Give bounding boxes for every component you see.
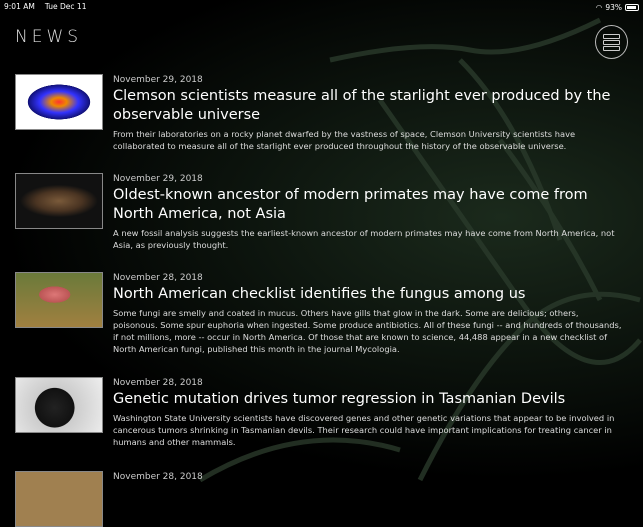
article-date: November 29, 2018 (113, 75, 203, 85)
article-summary: Washington State University scientists h… (113, 413, 615, 447)
page-title: NEWS (15, 27, 83, 47)
article-thumbnail[interactable] (15, 272, 103, 328)
battery-percent: 93% (605, 2, 622, 12)
article-summary: A new fossil analysis suggests the earli… (113, 228, 615, 250)
article-date: November 28, 2018 (113, 273, 203, 283)
article-date: November 29, 2018 (113, 174, 203, 184)
article-date: November 28, 2018 (113, 378, 203, 388)
article-summary: Some fungi are smelly and coated in mucu… (113, 308, 622, 354)
article-thumbnail[interactable] (15, 471, 103, 527)
wifi-icon: ◠ (595, 2, 603, 12)
article-thumbnail[interactable] (15, 173, 103, 229)
battery-icon (625, 3, 639, 11)
article-thumbnail[interactable] (15, 377, 103, 433)
article-thumbnail[interactable] (15, 74, 103, 130)
menu-button[interactable] (595, 25, 628, 59)
menu-icon (603, 33, 620, 39)
status-date: Tue Dec 11 (44, 2, 87, 11)
article-title[interactable]: Oldest-known ancestor of modern primates… (113, 186, 623, 224)
status-bar: 9:01 AM Tue Dec 11 ◠ 93% (0, 0, 643, 14)
status-time: 9:01 AM (4, 2, 35, 11)
article-summary: From their laboratories on a rocky plane… (113, 129, 576, 151)
article-title[interactable]: North American checklist identifies the … (113, 285, 623, 304)
article-date: November 28, 2018 (113, 472, 203, 482)
article-title[interactable]: Clemson scientists measure all of the st… (113, 87, 623, 125)
article-title[interactable]: Genetic mutation drives tumor regression… (113, 390, 623, 409)
